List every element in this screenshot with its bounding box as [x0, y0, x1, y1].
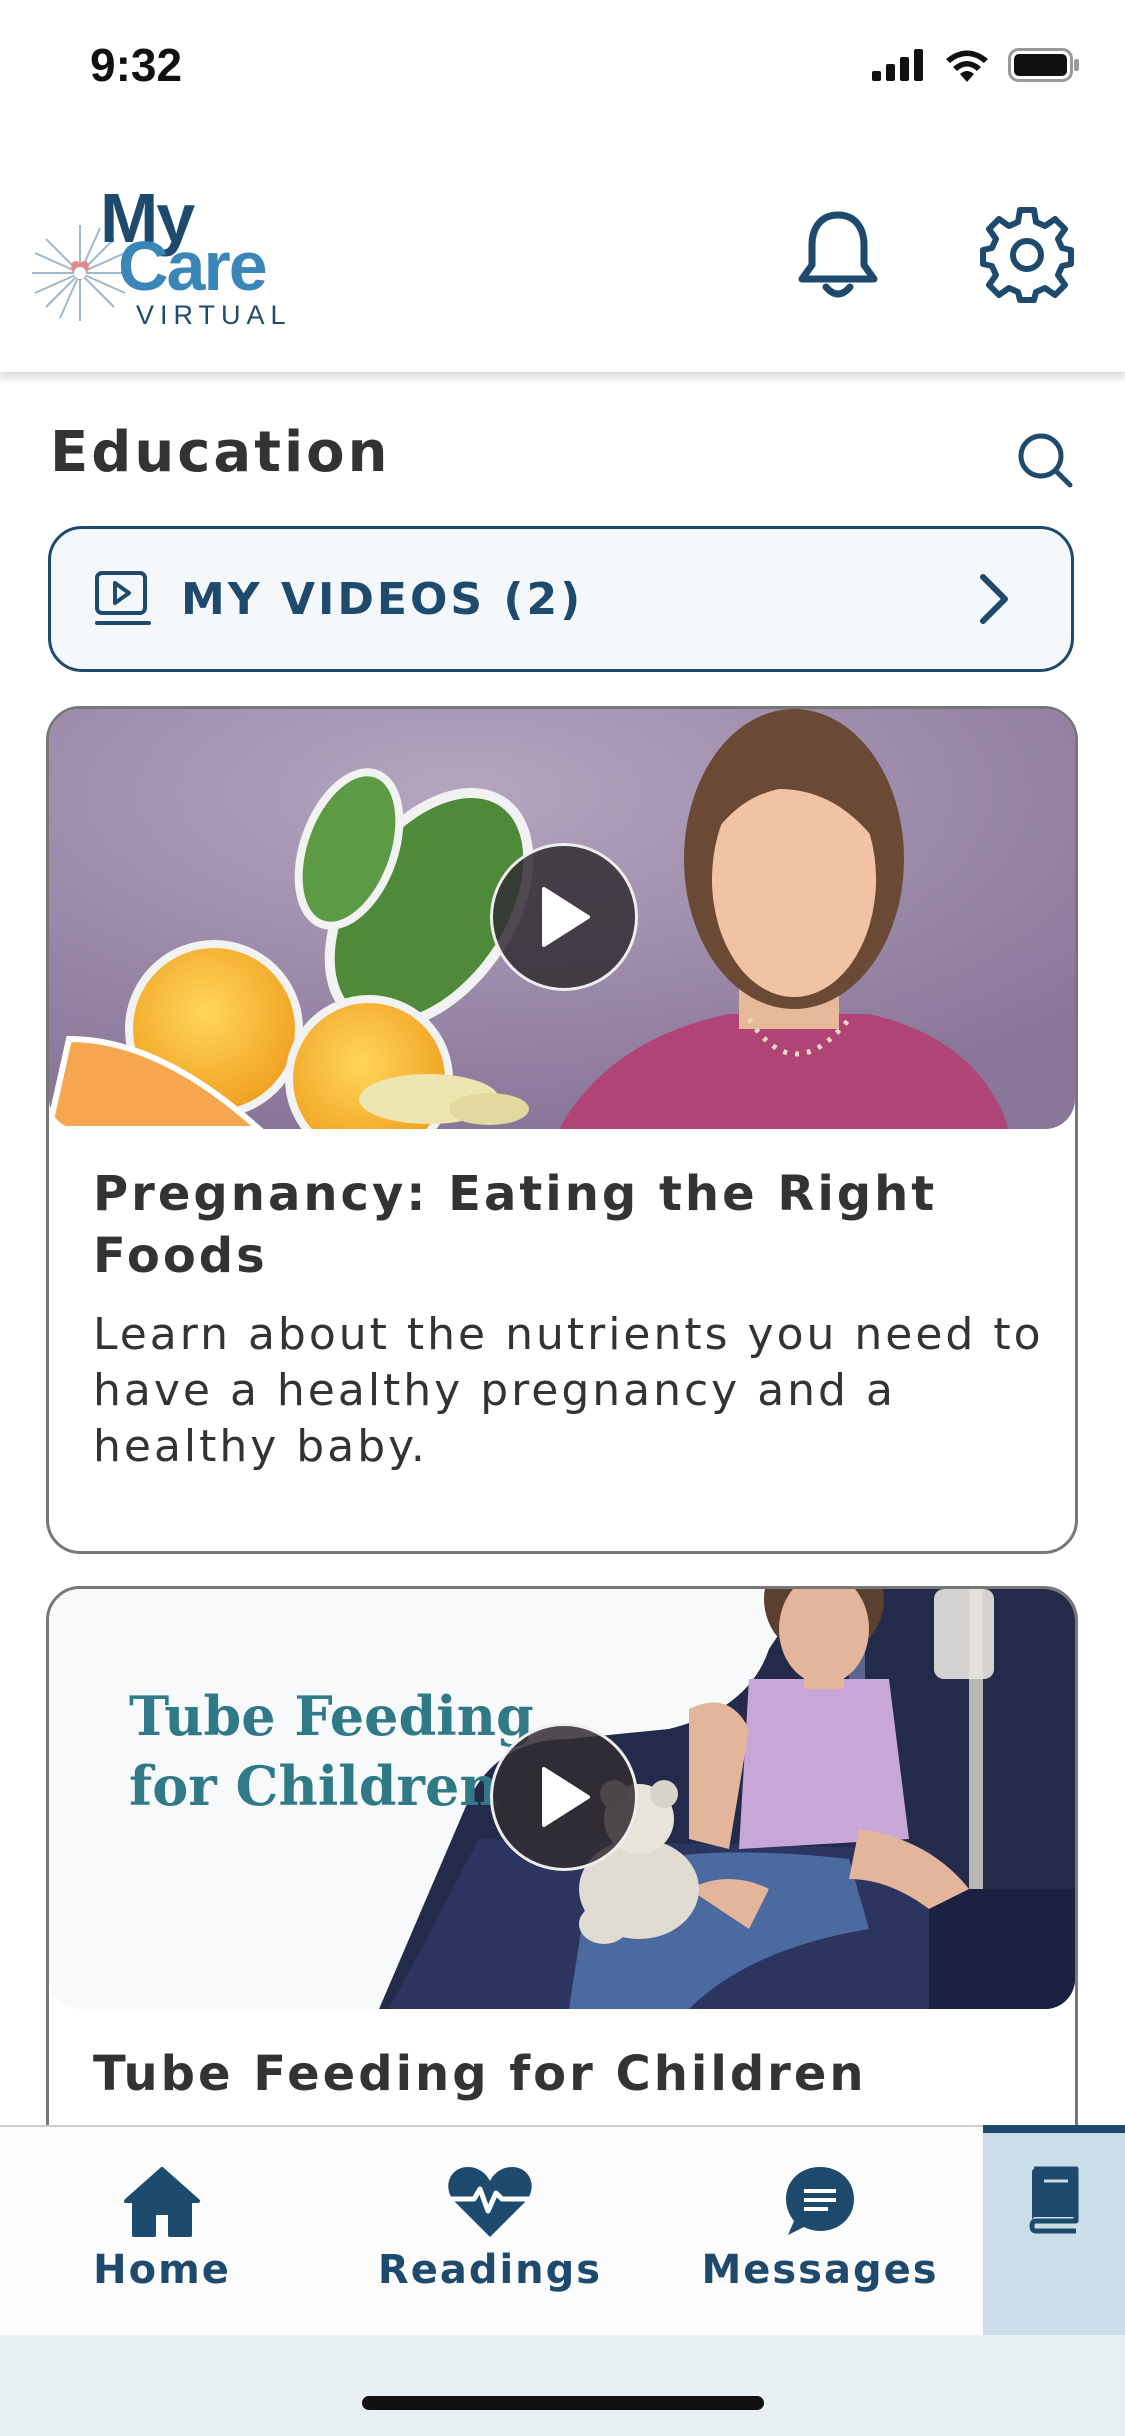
- my-videos-label: MY VIDEOS (2): [181, 573, 584, 625]
- settings-button[interactable]: [972, 200, 1082, 310]
- my-videos-button[interactable]: MY VIDEOS (2): [48, 526, 1074, 672]
- tab-readings-label: Readings: [377, 2247, 603, 2293]
- status-bar: 9:32: [0, 0, 1125, 140]
- video-description: Learn about the nutrients you need to ha…: [93, 1309, 1044, 1472]
- chevron-right-icon: [980, 574, 1008, 624]
- page-title: Education: [50, 420, 391, 485]
- mycare-virtual-logo: My Care VIRTUAL: [30, 178, 310, 330]
- heart-pulse-icon: [448, 2167, 532, 2237]
- tab-education[interactable]: [983, 2125, 1125, 2335]
- video-play-icon: [95, 571, 151, 625]
- tab-messages[interactable]: Messages: [700, 2127, 940, 2337]
- video-thumbnail[interactable]: [49, 709, 1075, 1129]
- app-header: My Care VIRTUAL: [0, 140, 1125, 373]
- notifications-button[interactable]: [783, 200, 893, 310]
- signal-icon: [872, 49, 923, 81]
- video-card[interactable]: Tube Feeding for Children Tube Feeding f…: [46, 1586, 1078, 2186]
- book-icon: [1029, 2166, 1079, 2234]
- status-time: 9:32: [90, 39, 183, 91]
- search-icon: [1018, 433, 1073, 488]
- thumbnail-caption-line1: Tube Feeding: [129, 1684, 534, 1748]
- video-title: Tube Feeding for Children: [93, 2046, 867, 2102]
- message-icon: [786, 2167, 854, 2235]
- tab-readings[interactable]: Readings: [370, 2127, 610, 2337]
- thumbnail-caption: Tube Feeding for Children: [129, 1681, 534, 1821]
- battery-icon: [1008, 48, 1079, 82]
- thumbnail-caption-line2: for Children: [129, 1754, 499, 1818]
- play-icon: [542, 887, 590, 947]
- logo-virtual-text: VIRTUAL: [136, 300, 292, 330]
- status-icons: [872, 48, 1080, 82]
- play-button[interactable]: [490, 843, 638, 991]
- home-icon: [124, 2167, 200, 2237]
- wifi-icon: [946, 50, 988, 82]
- search-button[interactable]: [1005, 420, 1085, 500]
- play-icon: [542, 1767, 590, 1827]
- tab-bar: Home Readings Messages: [0, 2125, 1125, 2337]
- tab-messages-label: Messages: [701, 2247, 939, 2293]
- video-title: Pregnancy: Eating the Right Foods: [93, 1166, 938, 1284]
- tab-home-label: Home: [93, 2247, 231, 2293]
- video-card[interactable]: Pregnancy: Eating the Right Foods Learn …: [46, 706, 1078, 1554]
- bell-icon: [798, 211, 878, 298]
- logo-care-text: Care: [118, 227, 268, 305]
- video-thumbnail[interactable]: Tube Feeding for Children: [49, 1589, 1075, 2009]
- tab-home[interactable]: Home: [60, 2127, 264, 2337]
- home-indicator-area: [0, 2335, 1125, 2436]
- gear-icon: [980, 207, 1074, 303]
- home-indicator[interactable]: [362, 2396, 764, 2410]
- play-button[interactable]: [490, 1723, 638, 1871]
